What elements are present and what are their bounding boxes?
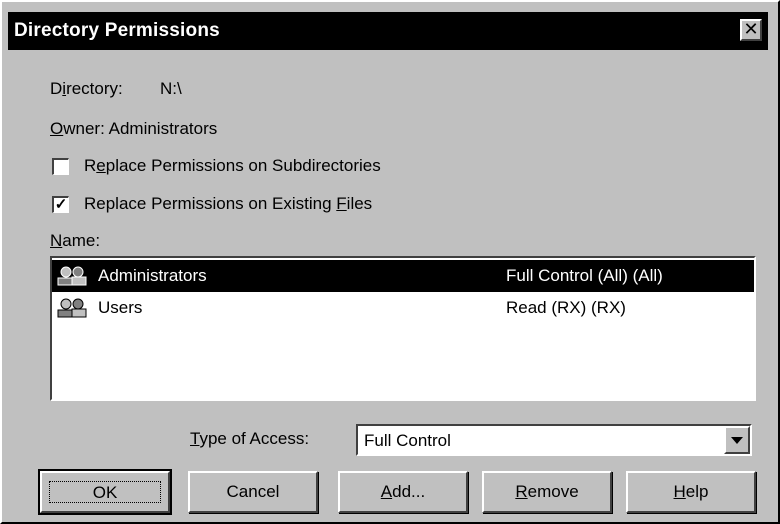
focus-rect: OK bbox=[49, 481, 161, 503]
window-title: Directory Permissions bbox=[14, 20, 220, 41]
list-item-name: Users bbox=[98, 298, 143, 317]
close-button[interactable]: ✕ bbox=[740, 19, 762, 41]
replace-subdirectories-checkbox[interactable] bbox=[52, 158, 69, 175]
group-icon bbox=[57, 266, 87, 286]
list-item-permission: Full Control (All) (All) bbox=[506, 266, 663, 285]
add-button[interactable]: Add... bbox=[338, 471, 468, 513]
type-of-access-select[interactable]: Full Control bbox=[356, 424, 752, 456]
close-icon: ✕ bbox=[743, 19, 759, 39]
title-bar[interactable]: Directory Permissions ✕ bbox=[8, 12, 768, 50]
directory-label: Directory: bbox=[50, 79, 123, 98]
list-item-name: Administrators bbox=[98, 266, 207, 285]
cancel-button[interactable]: Cancel bbox=[188, 471, 318, 513]
replace-files-checkbox[interactable]: ✓ bbox=[52, 196, 69, 213]
permissions-list[interactable]: Administrators Full Control (All) (All) … bbox=[50, 256, 756, 401]
dropdown-button[interactable] bbox=[724, 426, 750, 454]
type-of-access-value: Full Control bbox=[364, 431, 451, 450]
replace-subdirectories-label[interactable]: Replace Permissions on Subdirectories bbox=[84, 156, 381, 176]
chevron-down-icon bbox=[731, 437, 743, 444]
group-icon bbox=[57, 298, 87, 318]
directory-value: N:\ bbox=[160, 79, 182, 98]
owner-value: Administrators bbox=[108, 119, 218, 138]
name-label: Name: bbox=[50, 231, 101, 250]
list-item[interactable]: Administrators Full Control (All) (All) bbox=[52, 260, 754, 292]
help-button[interactable]: Help bbox=[626, 471, 756, 513]
replace-files-label[interactable]: Replace Permissions on Existing Files bbox=[84, 194, 372, 214]
directory-permissions-dialog: Directory Permissions ✕ Directory: N:\ O… bbox=[0, 0, 780, 524]
ok-button[interactable]: OK bbox=[38, 469, 172, 515]
owner-label: Owner: Administrators bbox=[50, 119, 218, 138]
list-item-permission: Read (RX) (RX) bbox=[506, 298, 626, 317]
remove-button[interactable]: Remove bbox=[482, 471, 612, 513]
type-of-access-label: Type of Access: bbox=[190, 429, 310, 448]
list-item[interactable]: Users Read (RX) (RX) bbox=[52, 292, 754, 324]
